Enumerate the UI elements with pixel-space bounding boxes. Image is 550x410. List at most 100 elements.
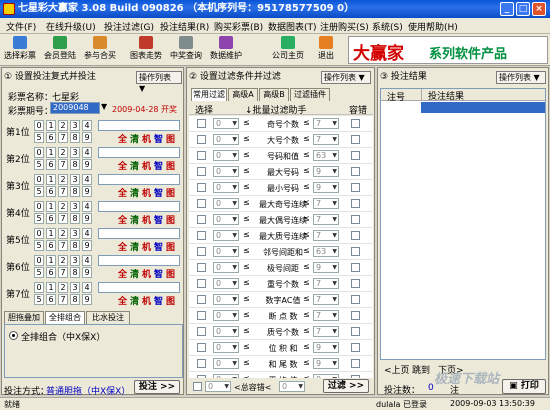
digit-cell[interactable]: 6	[46, 294, 56, 305]
homepage-button[interactable]: 公司主页	[270, 36, 306, 64]
digit-cell[interactable]: 5	[34, 159, 44, 170]
digit-cell[interactable]: 2	[58, 228, 68, 239]
quick-pick-button[interactable]: 机	[142, 294, 151, 307]
digit-cell[interactable]: 7	[58, 294, 68, 305]
filter-max-select[interactable]: 7	[313, 198, 339, 209]
digit-cell[interactable]: 3	[70, 282, 80, 293]
menu-buy[interactable]: 购买彩票(B)	[214, 20, 263, 33]
digit-cell[interactable]: 8	[70, 240, 80, 251]
menu-filter[interactable]: 投注过滤(G)	[104, 20, 154, 33]
digit-cell[interactable]: 7	[58, 240, 68, 251]
quick-pick-button[interactable]: 智	[154, 132, 163, 145]
filter-checkbox[interactable]	[197, 343, 206, 352]
digit-cell[interactable]: 4	[82, 201, 92, 212]
close-button[interactable]: ×	[532, 2, 546, 16]
filter-checkbox[interactable]	[197, 279, 206, 288]
digit-cell[interactable]: 1	[46, 147, 56, 158]
menu-file[interactable]: 文件(F)	[6, 20, 36, 33]
filter-min-select[interactable]: 0	[213, 198, 239, 209]
quick-pick-button[interactable]: 智	[154, 213, 163, 226]
digit-cell[interactable]: 4	[82, 147, 92, 158]
filter-max-select[interactable]: 7	[313, 134, 339, 145]
filter-min-select[interactable]: 0	[213, 294, 239, 305]
filter-max-select[interactable]: 7	[313, 230, 339, 241]
digit-cell[interactable]: 9	[82, 132, 92, 143]
digit-cell[interactable]: 6	[46, 132, 56, 143]
filter-checkbox[interactable]	[197, 183, 206, 192]
digit-cell[interactable]: 1	[46, 120, 56, 131]
digit-cell[interactable]: 3	[70, 228, 80, 239]
total-tolerance-max[interactable]: 0	[279, 381, 305, 392]
filter-min-select[interactable]: 0	[213, 166, 239, 177]
quick-pick-button[interactable]: 清	[130, 294, 139, 307]
digit-cell[interactable]: 7	[58, 186, 68, 197]
quick-pick-button[interactable]: 图	[166, 159, 175, 172]
quick-pick-button[interactable]: 智	[154, 186, 163, 199]
digit-cell[interactable]: 5	[34, 294, 44, 305]
tolerance-checkbox[interactable]	[351, 135, 360, 144]
digit-cell[interactable]: 1	[46, 174, 56, 185]
tolerance-checkbox[interactable]	[351, 119, 360, 128]
filter-checkbox[interactable]	[197, 135, 206, 144]
digit-input[interactable]	[98, 201, 180, 212]
tab-full-combo[interactable]: 全排组合	[45, 311, 85, 324]
filter-checkbox[interactable]	[197, 215, 206, 224]
filter-min-select[interactable]: 0	[213, 358, 239, 369]
maximize-button[interactable]: □	[516, 2, 530, 16]
digit-cell[interactable]: 5	[34, 132, 44, 143]
digit-cell[interactable]: 7	[58, 267, 68, 278]
digit-cell[interactable]: 6	[46, 213, 56, 224]
tolerance-checkbox[interactable]	[351, 151, 360, 160]
digit-cell[interactable]: 0	[34, 282, 44, 293]
print-button[interactable]: ▣ 打印	[502, 379, 546, 394]
digit-cell[interactable]: 9	[82, 186, 92, 197]
tolerance-checkbox[interactable]	[351, 231, 360, 240]
digit-cell[interactable]: 0	[34, 228, 44, 239]
digit-cell[interactable]: 7	[58, 159, 68, 170]
digit-cell[interactable]: 8	[70, 186, 80, 197]
data-maintenance-button[interactable]: 数据维护	[208, 36, 244, 64]
digit-cell[interactable]: 3	[70, 255, 80, 266]
tolerance-checkbox[interactable]	[351, 375, 360, 378]
quick-pick-button[interactable]: 全	[118, 294, 127, 307]
quick-pick-button[interactable]: 图	[166, 240, 175, 253]
tolerance-checkbox[interactable]	[351, 215, 360, 224]
filter-min-select[interactable]: 0	[213, 310, 239, 321]
prize-query-button[interactable]: 中奖查询	[168, 36, 204, 64]
digit-input[interactable]	[98, 174, 180, 185]
digit-cell[interactable]: 8	[70, 294, 80, 305]
filter-max-select[interactable]: 9	[313, 166, 339, 177]
tolerance-checkbox[interactable]	[351, 279, 360, 288]
member-login-button[interactable]: 会员登陆	[42, 36, 78, 64]
footer-checkbox[interactable]	[193, 382, 202, 391]
tab-dantuo[interactable]: 胆拖叠加	[4, 311, 44, 324]
filter-checkbox[interactable]	[197, 295, 206, 304]
tolerance-checkbox[interactable]	[351, 199, 360, 208]
quick-pick-button[interactable]: 图	[166, 213, 175, 226]
filter-max-select[interactable]: 7	[313, 118, 339, 129]
tolerance-checkbox[interactable]	[351, 167, 360, 176]
digit-cell[interactable]: 1	[46, 282, 56, 293]
filter-min-select[interactable]: 0	[213, 150, 239, 161]
bet-ops-dropdown[interactable]: 操作列表 ▼	[136, 71, 182, 93]
digit-cell[interactable]: 8	[70, 213, 80, 224]
prev-page-link[interactable]: <上页	[384, 363, 410, 376]
digit-input[interactable]	[98, 120, 180, 131]
quick-pick-button[interactable]: 智	[154, 294, 163, 307]
tolerance-checkbox[interactable]	[351, 359, 360, 368]
quick-pick-button[interactable]: 全	[118, 132, 127, 145]
digit-cell[interactable]: 2	[58, 201, 68, 212]
result-table[interactable]: 注号 投注结果	[380, 88, 546, 360]
menu-update[interactable]: 在线升级(U)	[46, 20, 96, 33]
quick-pick-button[interactable]: 全	[118, 240, 127, 253]
menu-register[interactable]: 注册购买(S)	[320, 20, 369, 33]
filter-checkbox[interactable]	[197, 151, 206, 160]
quick-pick-button[interactable]: 全	[118, 213, 127, 226]
result-ops-dropdown[interactable]: 操作列表 ▼	[496, 71, 546, 84]
tolerance-checkbox[interactable]	[351, 183, 360, 192]
digit-cell[interactable]: 9	[82, 213, 92, 224]
digit-cell[interactable]: 5	[34, 240, 44, 251]
filter-checkbox[interactable]	[197, 375, 206, 378]
digit-cell[interactable]: 9	[82, 267, 92, 278]
filter-min-select[interactable]: 0	[213, 118, 239, 129]
